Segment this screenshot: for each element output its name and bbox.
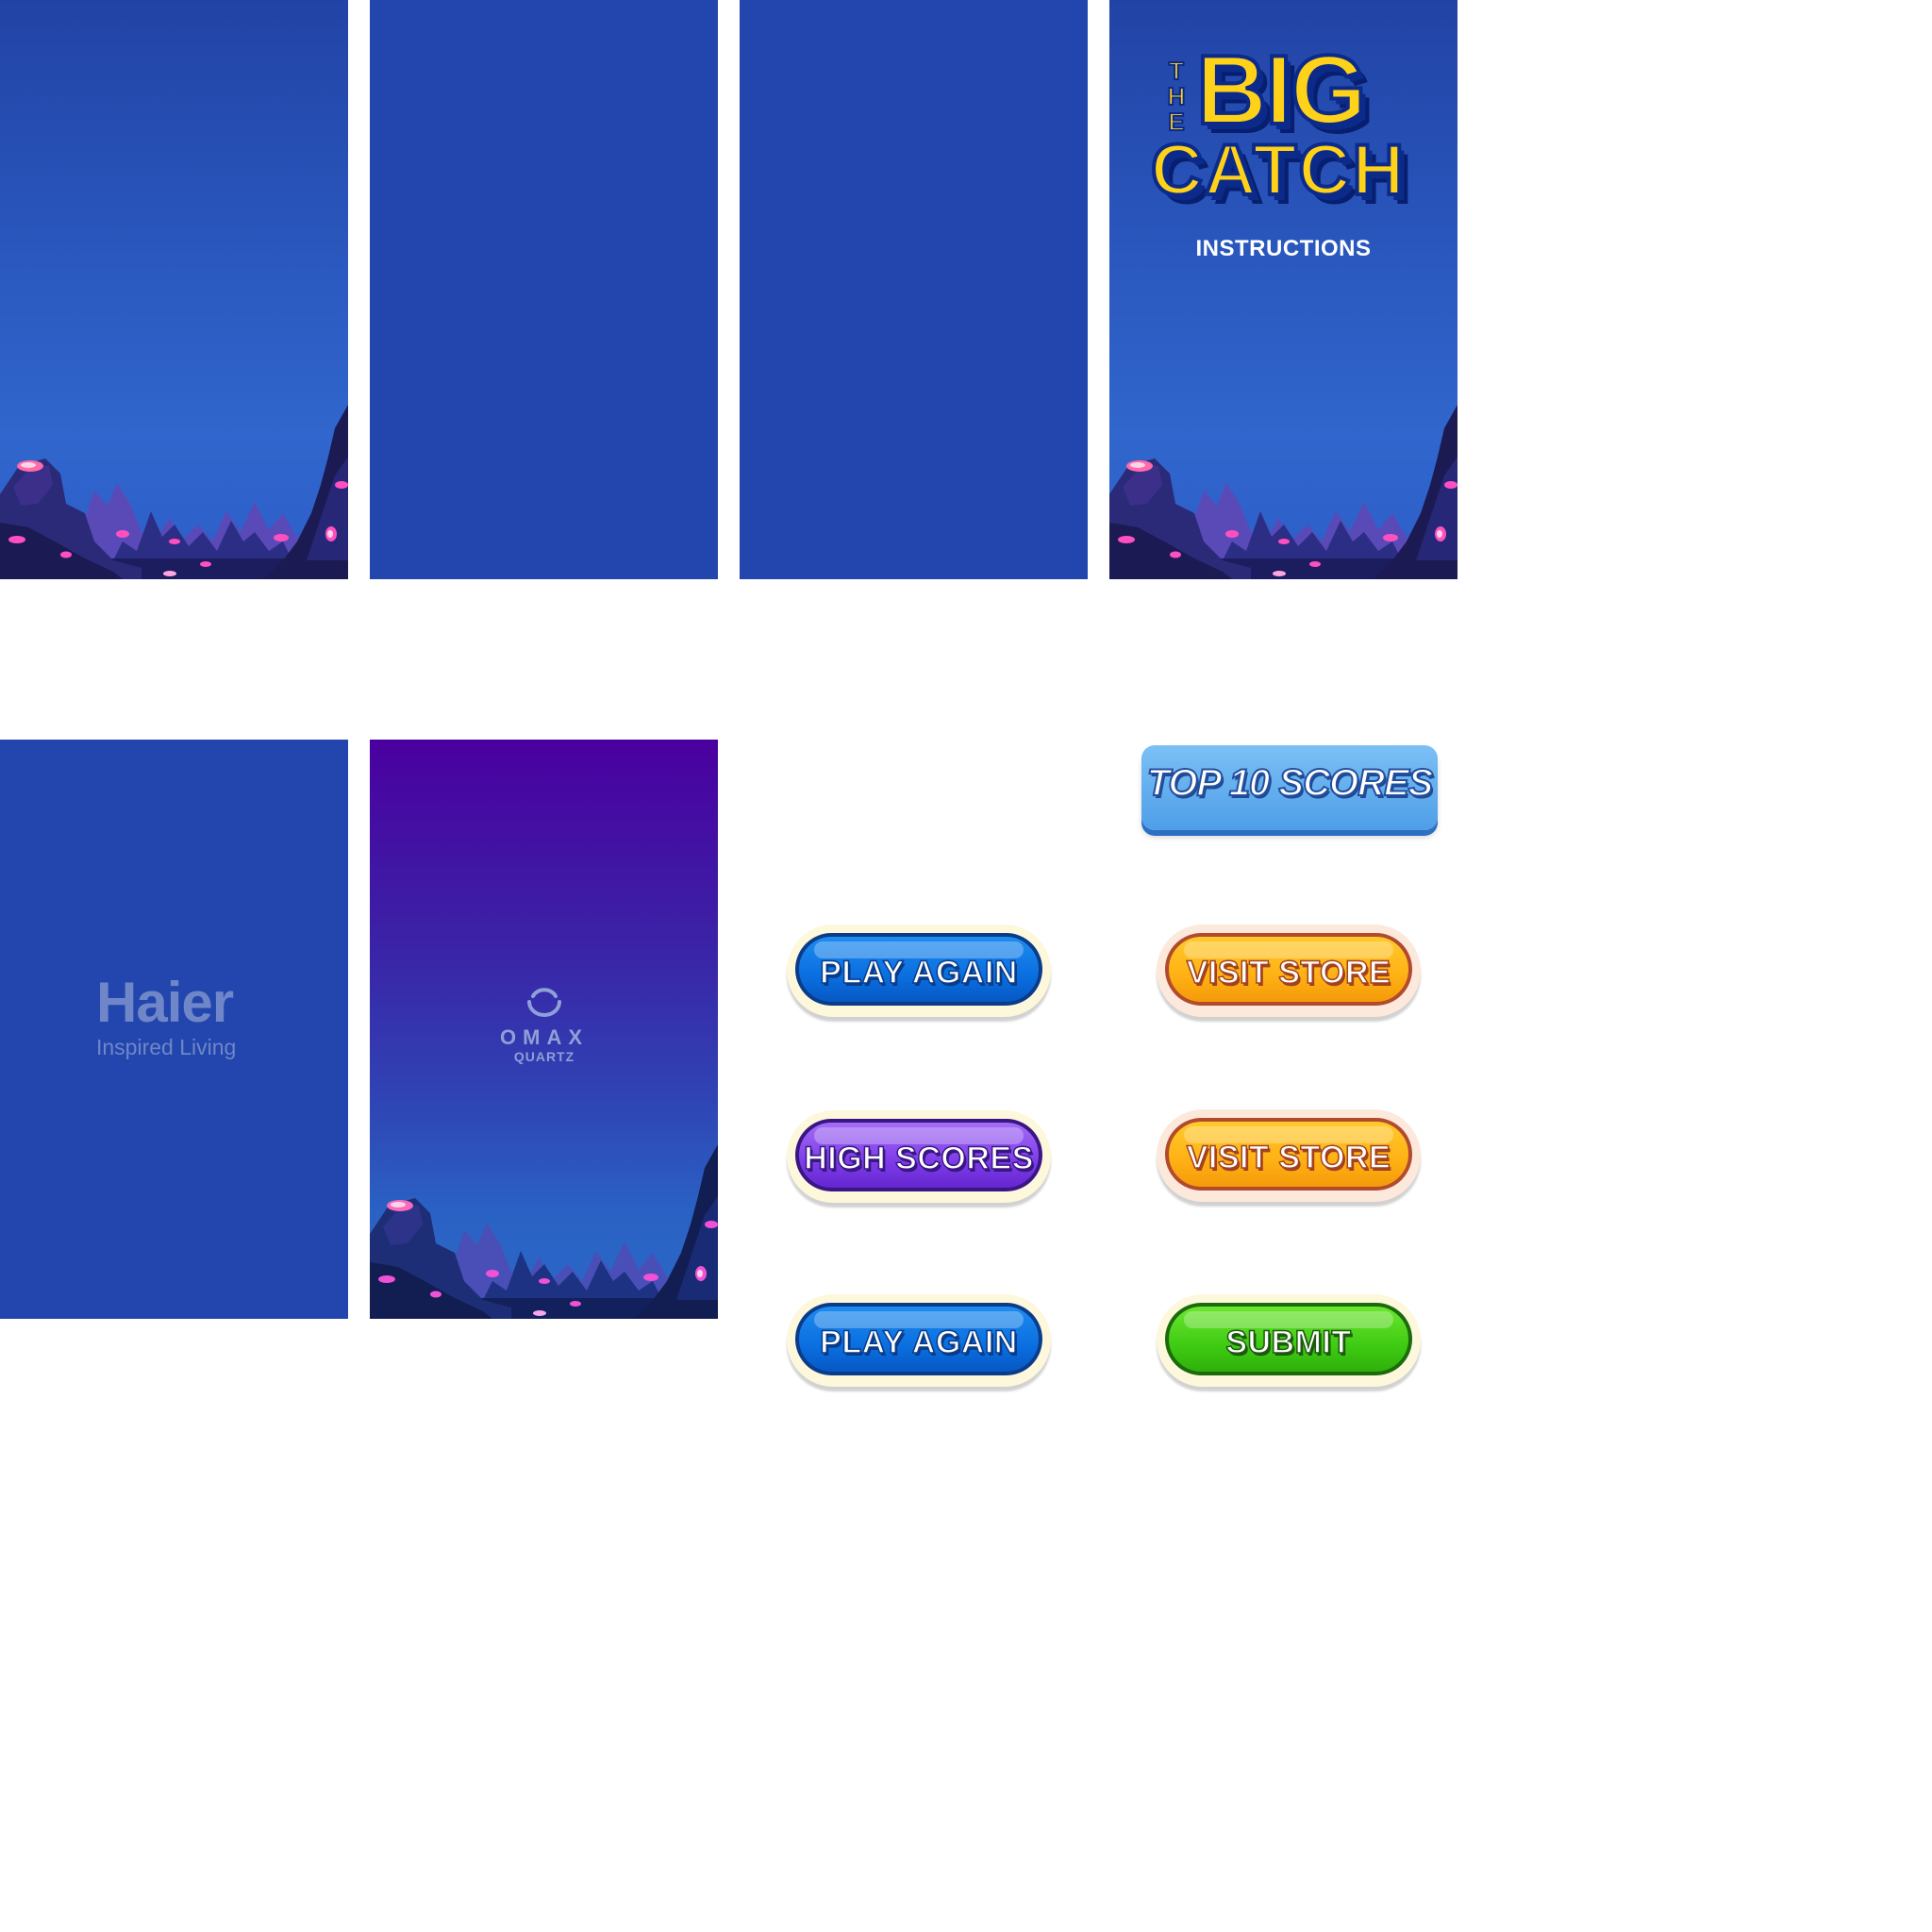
logo-catch-text: CATCH [1149, 130, 1407, 210]
haier-logo: Haier Inspired Living [96, 974, 236, 1060]
omax-emblem-icon [527, 988, 561, 1017]
omax-name: OMAX [500, 1025, 589, 1049]
background-panel-blue-2 [740, 0, 1088, 579]
play-again-button-alt[interactable]: PLAY AGAIN [787, 1294, 1051, 1387]
alien-landscape-illustration [1109, 405, 1457, 579]
game-logo: THE BIG CATCH [1147, 40, 1430, 217]
haier-tagline: Inspired Living [96, 1035, 237, 1059]
sponsor-panel-haier: Haier Inspired Living [0, 740, 348, 1319]
play-again-button[interactable]: PLAY AGAIN [787, 924, 1051, 1017]
sponsor-panel-omax: OMAX QUARTZ [370, 740, 718, 1319]
background-panel-blue-1 [370, 0, 718, 579]
high-scores-button[interactable]: HIGH SCORES [787, 1110, 1051, 1203]
instructions-heading: INSTRUCTIONS [1195, 236, 1372, 261]
alien-landscape-illustration [370, 1144, 718, 1319]
top-10-scores-label: TOP 10 SCORES [1146, 761, 1435, 805]
omax-subtitle: QUARTZ [513, 1049, 575, 1064]
high-scores-label: HIGH SCORES [803, 1140, 1034, 1177]
visit-store-button-alt[interactable]: VISIT STORE [1157, 1109, 1421, 1202]
play-again-label: PLAY AGAIN [819, 954, 1018, 991]
logo-the-text: THE [1167, 57, 1187, 136]
background-panel-landscape-1 [0, 0, 348, 579]
instructions-screen: THE BIG CATCH INSTRUCTIONS [1109, 0, 1457, 579]
top-10-scores-button[interactable]: TOP 10 SCORES [1141, 745, 1438, 830]
submit-button[interactable]: SUBMIT [1157, 1294, 1421, 1387]
submit-label: SUBMIT [1225, 1324, 1352, 1361]
alien-landscape-illustration [0, 405, 348, 579]
visit-store-label: VISIT STORE [1186, 954, 1391, 991]
visit-store-button[interactable]: VISIT STORE [1157, 924, 1421, 1017]
omax-logo: OMAX QUARTZ [474, 985, 615, 1064]
visit-store-label: VISIT STORE [1186, 1139, 1391, 1176]
play-again-label: PLAY AGAIN [819, 1324, 1018, 1361]
haier-name: Haier [96, 971, 234, 1034]
logo-big-text: BIG [1194, 36, 1369, 145]
